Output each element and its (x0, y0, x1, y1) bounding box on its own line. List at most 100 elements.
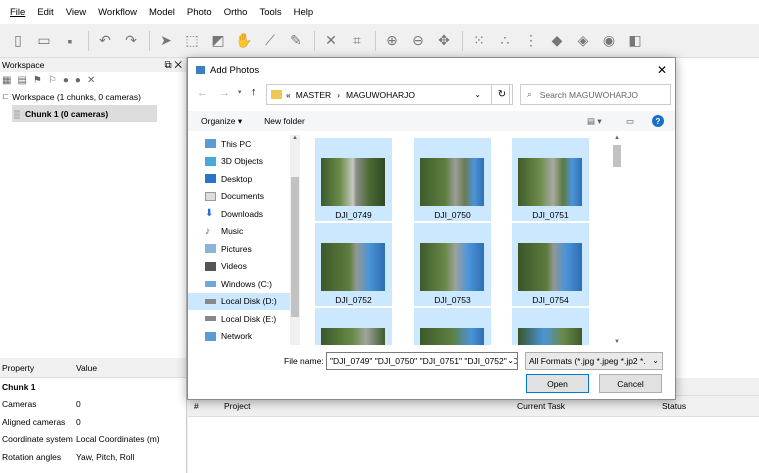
nav-music[interactable]: ♪ Music (188, 223, 290, 241)
breadcrumb-maguwoharjo[interactable]: MAGUWOHARJO (346, 90, 415, 100)
nav-local-disk-d[interactable]: Local Disk (D:) (188, 292, 290, 310)
new-document-icon[interactable]: ▯ (6, 29, 30, 53)
up-folder-icon[interactable]: ↑ (251, 86, 257, 98)
file-item[interactable] (512, 308, 589, 345)
open-folder-icon[interactable]: ▭ (32, 29, 56, 53)
menu-workflow[interactable]: Workflow (98, 7, 137, 18)
toolbar-separator (375, 30, 376, 51)
panel-float-close-icons[interactable]: ⧉ ✕ (164, 60, 182, 71)
back-icon[interactable]: ← (197, 87, 208, 99)
add-chunk-icon[interactable]: ▦ (2, 75, 11, 86)
organize-button[interactable]: Organize ▾ (201, 116, 242, 127)
close-icon[interactable]: ✕ (657, 63, 667, 77)
move-object-icon[interactable]: ◩ (206, 29, 230, 53)
navigation-icon[interactable]: ✋ (232, 29, 256, 53)
file-item[interactable] (315, 308, 392, 345)
search-icon: ⌕ (527, 89, 532, 99)
nav-pictures[interactable]: Pictures (188, 240, 290, 258)
view-options-icon[interactable]: ▤ ▾ (587, 116, 602, 127)
address-bar[interactable]: « MASTER › MAGUWOHARJO ⌄ (266, 84, 510, 105)
save-icon[interactable]: ▪ (58, 29, 82, 53)
zoom-out-icon[interactable]: ⊖ (406, 29, 430, 53)
menu-view[interactable]: View (66, 7, 86, 18)
crop-icon[interactable]: ⌗ (345, 29, 369, 53)
nav-documents[interactable]: Documents (188, 188, 290, 206)
zoom-in-icon[interactable]: ⊕ (380, 29, 404, 53)
menu-file[interactable]: File (10, 7, 25, 18)
file-item[interactable]: DJI_0752 (315, 223, 392, 306)
move-view-icon[interactable]: ✥ (432, 29, 456, 53)
file-item[interactable]: DJI_0751 (512, 138, 589, 221)
undo-icon[interactable]: ↶ (93, 29, 117, 53)
open-button[interactable]: Open (526, 374, 589, 393)
photo-thumbnail (321, 158, 385, 206)
workspace-root[interactable]: ⊏ Workspace (1 chunks, 0 cameras) (0, 88, 186, 105)
scroll-down-icon[interactable]: ▼ (611, 339, 623, 345)
scroll-up-icon[interactable]: ▲ (290, 135, 300, 141)
pointer-icon[interactable]: ➤ (154, 29, 178, 53)
menu-model[interactable]: Model (149, 7, 175, 18)
enable-icon[interactable]: ● (63, 75, 69, 86)
rect-select-icon[interactable]: ⬚ (180, 29, 204, 53)
nav-videos[interactable]: Videos (188, 258, 290, 276)
file-item[interactable]: DJI_0753 (414, 223, 491, 306)
scroll-up-icon[interactable]: ▲ (611, 135, 623, 141)
forward-icon[interactable]: → (219, 87, 230, 99)
ruler-icon[interactable]: ⟋ (258, 29, 282, 53)
scroll-thumb[interactable] (291, 177, 299, 317)
menu-ortho[interactable]: Ortho (224, 7, 248, 18)
recent-dropdown-icon[interactable]: ▾ (238, 88, 242, 96)
chunk-icon: ▒ (14, 108, 21, 119)
nav-network[interactable]: Network (188, 328, 290, 346)
add-scalebar-icon[interactable]: ⚐ (48, 75, 57, 86)
mesh-icon[interactable]: ◆ (545, 29, 569, 53)
file-name-input[interactable]: "DJI_0749" "DJI_0750" "DJI_0751" "DJI_07… (326, 352, 518, 370)
file-item[interactable]: DJI_0750 (414, 138, 491, 221)
chunk-label: Chunk 1 (0 cameras) (25, 108, 109, 119)
nav-local-disk-e[interactable]: Local Disk (E:) (188, 310, 290, 328)
nav-scrollbar[interactable]: ▲ (290, 135, 300, 345)
menu-help[interactable]: Help (294, 7, 314, 18)
redo-icon[interactable]: ↷ (119, 29, 143, 53)
tiled-model-icon[interactable]: ⋮ (519, 29, 543, 53)
dense-cloud-icon[interactable]: ∴ (493, 29, 517, 53)
file-name-dropdown-icon[interactable]: ⌄ (507, 356, 514, 365)
nav-windows-c[interactable]: Windows (C:) (188, 275, 290, 293)
files-scrollbar[interactable]: ▲ ▼ (611, 135, 623, 345)
camera-icon[interactable]: ◉ (597, 29, 621, 53)
draw-icon[interactable]: ✎ (284, 29, 308, 53)
nav-label: This PC (221, 138, 252, 149)
file-type-select[interactable]: All Formats (*.jpg *.jpeg *.jp2 *. ⌄ (525, 352, 663, 370)
refresh-button[interactable]: ↻ (491, 84, 513, 105)
file-item[interactable]: DJI_0749 (315, 138, 392, 221)
search-input[interactable]: ⌕ Search MAGUWOHARJO (520, 84, 671, 105)
nav-this-pc[interactable]: This PC (188, 135, 290, 153)
add-marker-icon[interactable]: ⚑ (33, 75, 42, 86)
help-icon[interactable]: ? (652, 115, 664, 127)
file-type-dropdown-icon[interactable]: ⌄ (652, 356, 659, 365)
nav-downloads[interactable]: ⬇ Downloads (188, 205, 290, 223)
file-item[interactable] (414, 308, 491, 345)
address-dropdown-icon[interactable]: ⌄ (474, 90, 481, 99)
delete-icon[interactable]: ✕ (319, 29, 343, 53)
menu-tools[interactable]: Tools (259, 7, 281, 18)
menu-photo[interactable]: Photo (187, 7, 212, 18)
chunk-item[interactable]: ▒ Chunk 1 (0 cameras) (12, 105, 157, 122)
file-item[interactable]: DJI_0754 (512, 223, 589, 306)
property-row: Aligned cameras 0 (0, 413, 186, 431)
disable-icon[interactable]: ● (75, 75, 81, 86)
breadcrumb-overflow[interactable]: « (286, 90, 291, 100)
remove-icon[interactable]: ✕ (87, 75, 95, 86)
new-folder-button[interactable]: New folder (264, 116, 305, 126)
breadcrumb-master[interactable]: MASTER (296, 90, 331, 100)
cancel-button[interactable]: Cancel (599, 374, 662, 393)
add-photos-icon[interactable]: ▤ (17, 75, 26, 86)
scroll-thumb[interactable] (613, 145, 621, 167)
surface-icon[interactable]: ◈ (571, 29, 595, 53)
nav-3d-objects[interactable]: 3D Objects (188, 153, 290, 171)
point-cloud-icon[interactable]: ⁙ (467, 29, 491, 53)
menu-edit[interactable]: Edit (37, 7, 53, 18)
show-images-icon[interactable]: ◧ (623, 29, 647, 53)
nav-desktop[interactable]: Desktop (188, 170, 290, 188)
preview-pane-icon[interactable]: ▭ (626, 116, 634, 127)
